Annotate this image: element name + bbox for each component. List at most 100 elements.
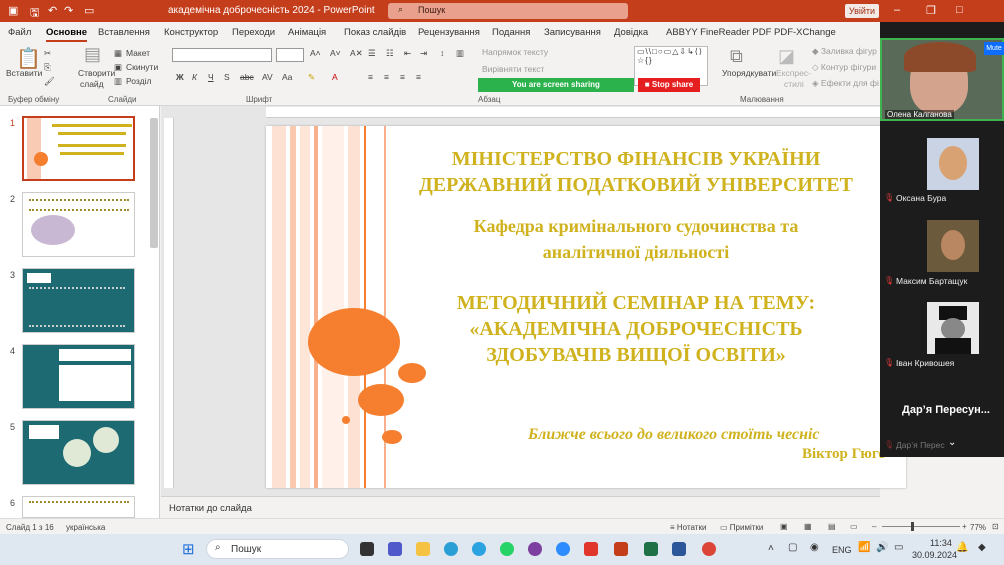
tab-file[interactable]: Файл <box>8 27 31 38</box>
viber-icon[interactable] <box>528 542 542 556</box>
mute-button[interactable]: Mute <box>984 42 1004 55</box>
slide-thumbnail-4[interactable] <box>22 344 135 409</box>
zoom-out-icon[interactable]: – <box>872 522 876 531</box>
slide-canvas[interactable]: МІНІСТЕРСТВО ФІНАНСІВ УКРАЇНИ ДЕРЖАВНИЙ … <box>266 126 906 488</box>
tab-animations[interactable]: Анімація <box>288 27 326 38</box>
text-direction-button[interactable]: Напрямок тексту <box>482 47 548 57</box>
quick-styles-button[interactable]: Експрес- <box>776 68 811 78</box>
clear-format-icon[interactable]: A✕ <box>350 48 363 59</box>
new-slide-button[interactable]: Створити <box>78 68 115 78</box>
copilot-icon[interactable]: ◆ <box>978 542 986 553</box>
signin-button[interactable]: Увійти <box>845 4 879 18</box>
slide-thumbnail-6[interactable] <box>22 496 135 518</box>
quick-styles-icon[interactable]: ◪ <box>778 46 795 67</box>
highlight-icon[interactable]: ✎ <box>308 72 315 83</box>
zoom-level[interactable]: 77% <box>970 523 986 532</box>
align-left-icon[interactable]: ≡ <box>368 72 373 82</box>
tab-transitions[interactable]: Переходи <box>232 27 275 38</box>
zoom-slider[interactable] <box>882 526 960 527</box>
chevron-down-icon[interactable]: ⌄ <box>948 437 956 448</box>
tab-view[interactable]: Подання <box>492 27 530 38</box>
font-family-select[interactable] <box>172 48 272 62</box>
volume-icon[interactable]: 🔊 <box>876 542 888 553</box>
language-indicator[interactable]: українська <box>66 523 105 532</box>
windows-start-icon[interactable]: ⊞ <box>182 540 195 558</box>
save-icon[interactable]: 🖫 <box>30 4 39 23</box>
columns-icon[interactable]: ▥ <box>456 48 464 59</box>
thumbnail-scrollbar[interactable] <box>150 118 158 248</box>
notes-toggle-button[interactable]: ≡ Нотатки <box>670 523 706 532</box>
tab-record[interactable]: Записування <box>544 27 601 38</box>
tab-insert[interactable]: Вставлення <box>98 27 150 38</box>
decrease-indent-icon[interactable]: ⇤ <box>404 48 411 59</box>
redo-icon[interactable]: ↷ <box>64 4 73 17</box>
slide-thumbnail-5[interactable] <box>22 420 135 485</box>
stop-share-button[interactable]: ■ Stop share <box>638 78 700 92</box>
comments-button[interactable]: ▭ Примітки <box>720 523 763 532</box>
align-text-button[interactable]: Вирівняти текст <box>482 64 544 74</box>
telegram-icon[interactable] <box>472 542 486 556</box>
format-painter-icon[interactable]: 🖌 <box>44 76 55 87</box>
arrange-button[interactable]: Упорядкувати <box>722 68 776 78</box>
wifi-icon[interactable]: 📶 <box>858 542 870 553</box>
shape-fill-button[interactable]: ◆ Заливка фігур <box>812 46 877 57</box>
line-spacing-icon[interactable]: ↕ <box>440 48 444 58</box>
start-presentation-icon[interactable]: ▭ <box>84 4 94 17</box>
shadow-icon[interactable]: S <box>224 72 230 82</box>
minimize-icon[interactable]: – <box>894 4 900 16</box>
case-icon[interactable]: Aa <box>282 72 292 82</box>
teams-icon[interactable] <box>388 542 402 556</box>
strikethrough-icon[interactable]: abc <box>240 72 254 82</box>
reading-view-icon[interactable]: ▤ <box>828 522 836 531</box>
align-center-icon[interactable]: ≡ <box>384 72 389 82</box>
paste-button[interactable]: Вставити <box>6 68 42 78</box>
bold-icon[interactable]: Ж <box>176 72 184 82</box>
fit-slide-icon[interactable]: ⊡ <box>992 522 999 531</box>
powerpoint-icon[interactable] <box>614 542 628 556</box>
new-slide-icon[interactable]: ▤ <box>84 44 101 65</box>
tab-abbyy[interactable]: ABBYY FineReader PDF <box>666 27 771 38</box>
increase-indent-icon[interactable]: ⇥ <box>420 48 427 59</box>
arrange-icon[interactable]: ⧉ <box>730 46 743 67</box>
tab-design[interactable]: Конструктор <box>164 27 218 38</box>
underline-icon[interactable]: Ч <box>208 72 214 82</box>
font-color-icon[interactable]: A <box>332 72 338 82</box>
tab-pdfxchange[interactable]: PDF-XChange <box>774 27 836 38</box>
normal-view-icon[interactable]: ▣ <box>780 522 788 531</box>
chrome-icon[interactable] <box>702 542 716 556</box>
whatsapp-icon[interactable] <box>500 542 514 556</box>
chevron-up-icon[interactable]: ˄ <box>768 543 774 554</box>
layout-button[interactable]: Макет <box>126 48 150 58</box>
tray-app-icon[interactable]: ◉ <box>810 542 819 553</box>
tab-home[interactable]: Основне <box>46 27 88 42</box>
undo-icon[interactable]: ↶ <box>48 4 57 17</box>
reset-button[interactable]: Скинути <box>126 62 158 72</box>
notifications-icon[interactable]: 🔔 <box>956 542 968 553</box>
tab-slideshow[interactable]: Показ слайдів <box>344 27 406 38</box>
increase-font-icon[interactable]: A˄ <box>310 48 321 58</box>
clock-time[interactable]: 11:34 <box>930 538 952 548</box>
zoom-in-icon[interactable]: + <box>962 522 967 531</box>
cut-icon[interactable]: ✂ <box>44 48 51 59</box>
excel-icon[interactable] <box>644 542 658 556</box>
align-right-icon[interactable]: ≡ <box>400 72 405 82</box>
slide-thumbnail-2[interactable] <box>22 192 135 257</box>
file-explorer-icon[interactable] <box>416 542 430 556</box>
tab-help[interactable]: Довідка <box>614 27 648 38</box>
slide-thumbnail-1[interactable] <box>22 116 135 181</box>
restore-icon[interactable]: ❐ <box>926 4 936 17</box>
bullets-icon[interactable]: ☰ <box>368 48 376 59</box>
justify-icon[interactable]: ≡ <box>416 72 421 82</box>
shape-outline-button[interactable]: ◇ Контур фігури <box>812 62 876 73</box>
italic-icon[interactable]: К <box>192 72 197 82</box>
slideshow-view-icon[interactable]: ▭ <box>850 522 858 531</box>
battery-icon[interactable]: ▭ <box>894 542 903 553</box>
decrease-font-icon[interactable]: A˅ <box>330 48 341 58</box>
notes-pane[interactable]: Нотатки до слайда <box>161 496 880 518</box>
maximize-icon[interactable]: □ <box>956 4 963 16</box>
copy-icon[interactable]: ⎘ <box>44 62 51 73</box>
edge-icon[interactable] <box>444 542 458 556</box>
spacing-icon[interactable]: AV <box>262 72 273 82</box>
taskbar-search[interactable]: ⌕ Пошук <box>206 539 349 559</box>
slide-thumbnail-3[interactable] <box>22 268 135 333</box>
